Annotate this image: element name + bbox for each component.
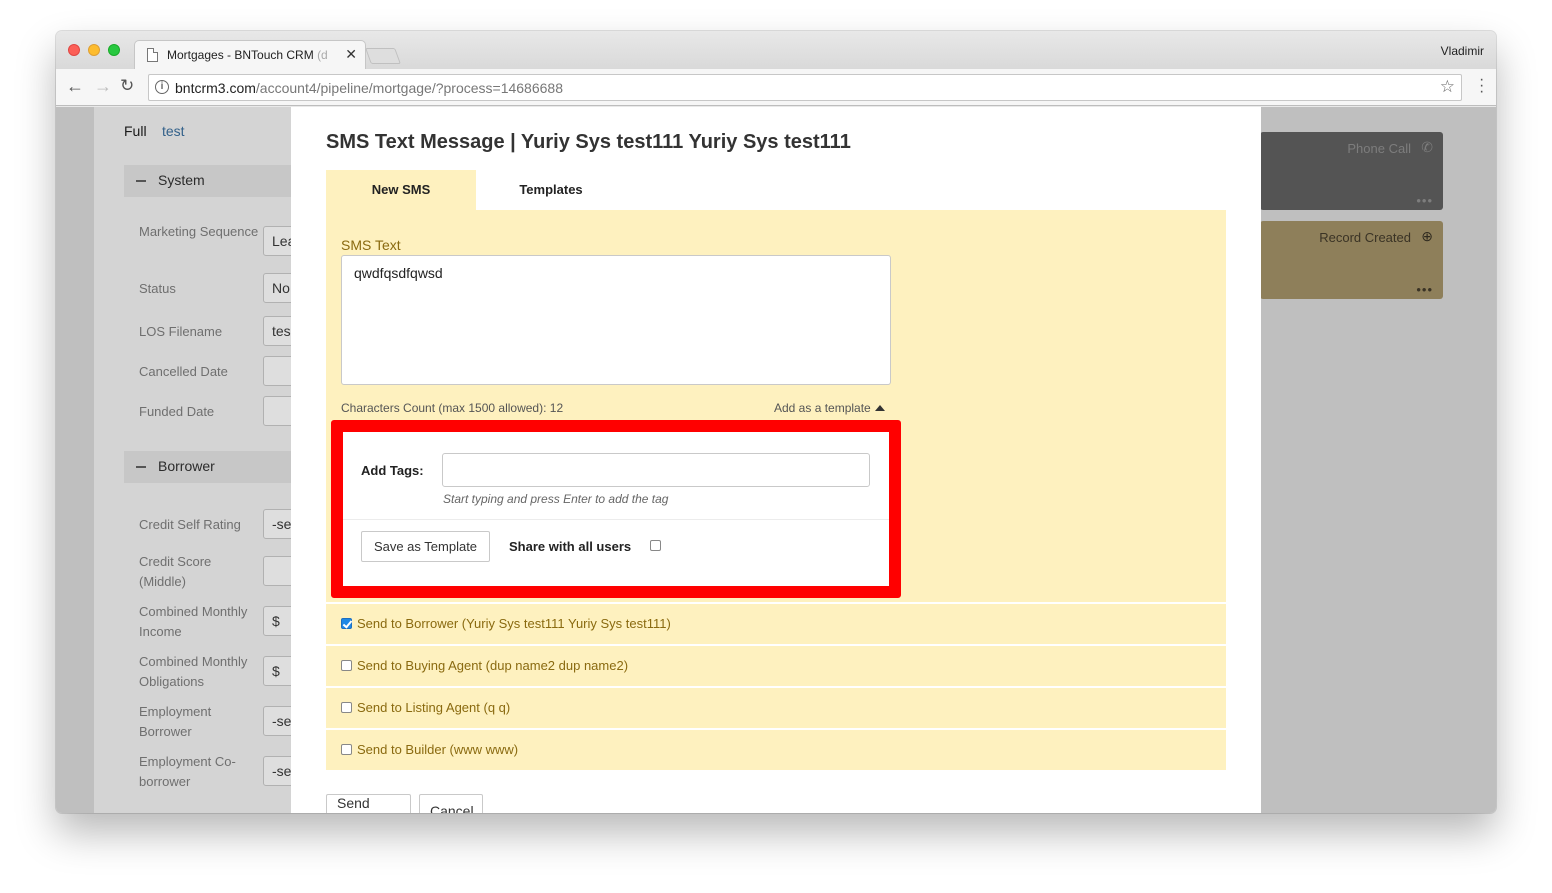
url-text: bntcrm3.com/account4/pipeline/mortgage/?…	[175, 80, 563, 96]
more-dots-icon: •••	[1416, 193, 1433, 208]
activity-card-label: Phone Call	[1347, 141, 1411, 156]
tab-new-sms[interactable]: New SMS	[326, 170, 476, 210]
activity-card-label: Record Created	[1319, 230, 1411, 245]
recipient-label: Send to Builder (www www)	[357, 742, 519, 757]
minimize-window-button[interactable]	[88, 44, 100, 56]
field-label: Credit Self Rating	[139, 517, 241, 532]
plus-circle-icon: ⊕	[1421, 228, 1433, 244]
add-as-template-toggle[interactable]: Add as a template	[774, 401, 885, 415]
browser-toolbar: ← → ↻ i bntcrm3.com/account4/pipeline/mo…	[56, 69, 1496, 106]
field-label: Employment Borrower	[139, 704, 212, 739]
tags-hint: Start typing and press Enter to add the …	[443, 492, 669, 506]
recipient-row-buying-agent[interactable]: Send to Buying Agent (dup name2 dup name…	[326, 646, 1226, 686]
close-window-button[interactable]	[68, 44, 80, 56]
send-to-listing-agent-checkbox[interactable]	[341, 702, 352, 713]
field-label: Combined Monthly Income	[139, 604, 248, 639]
divider	[343, 519, 889, 520]
share-with-all-users-label: Share with all users	[509, 539, 632, 554]
caret-up-icon	[874, 405, 885, 411]
reload-icon[interactable]: ↻	[120, 76, 134, 96]
field-label: LOS Filename	[139, 324, 223, 339]
field-label: Status	[139, 281, 176, 296]
maximize-window-button[interactable]	[108, 44, 120, 56]
title-bar: Mortgages - BNTouch CRM (d ✕ Vladimir	[56, 31, 1496, 69]
browser-menu-icon[interactable]: · · ·	[1479, 72, 1484, 100]
field-label: Credit Score (Middle)	[139, 554, 212, 589]
send-sms-button[interactable]: Send SMS	[326, 794, 411, 813]
new-tab-button[interactable]	[365, 48, 401, 64]
recipient-label: Send to Buying Agent (dup name2 dup name…	[357, 658, 629, 673]
recipient-label: Send to Borrower (Yuriy Sys test111 Yuri…	[357, 616, 671, 631]
recipient-row-listing-agent[interactable]: Send to Listing Agent (q q)	[326, 688, 1226, 728]
page-content: Full test System Borrower Marketing Sequ…	[56, 107, 1496, 813]
close-tab-icon[interactable]: ✕	[345, 46, 357, 63]
address-bar[interactable]: i bntcrm3.com/account4/pipeline/mortgage…	[148, 74, 1462, 101]
browser-tab-mortgages[interactable]: Mortgages - BNTouch CRM (d ✕	[134, 40, 366, 69]
sms-modal: SMS Text Message | Yuriy Sys test111 Yur…	[291, 107, 1261, 813]
phone-icon: ✆	[1421, 139, 1433, 155]
activity-card-record-created: Record Created ⊕ •••	[1260, 221, 1443, 299]
recipient-row-borrower[interactable]: Send to Borrower (Yuriy Sys test111 Yuri…	[326, 604, 1226, 644]
modal-title: SMS Text Message | Yuriy Sys test111 Yur…	[326, 131, 851, 153]
info-icon[interactable]: i	[155, 80, 169, 94]
modal-tabs: New SMS Templates	[326, 170, 1226, 210]
send-to-buying-agent-checkbox[interactable]	[341, 660, 352, 671]
sms-text-area[interactable]: qwdfqsdfqwsd	[341, 255, 891, 385]
name-label: Full	[124, 123, 147, 139]
new-sms-panel: SMS Text qwdfqsdfqwsd Characters Count (…	[326, 210, 1226, 602]
add-tags-label: Add Tags:	[361, 463, 424, 478]
recipient-row-builder[interactable]: Send to Builder (www www)	[326, 730, 1226, 770]
send-to-borrower-checkbox[interactable]	[341, 618, 352, 629]
template-form: Add Tags: Start typing and press Enter t…	[331, 420, 901, 598]
name-value: test	[162, 123, 185, 139]
field-label: Funded Date	[139, 404, 215, 419]
activity-card-phone-call: Phone Call ✆ •••	[1260, 132, 1443, 210]
character-count: Characters Count (max 1500 allowed): 12	[341, 401, 564, 415]
add-tags-input[interactable]	[442, 453, 870, 487]
save-as-template-button[interactable]: Save as Template	[361, 531, 490, 562]
send-to-builder-checkbox[interactable]	[341, 744, 352, 755]
page-icon	[147, 48, 158, 62]
profile-name[interactable]: Vladimir	[1441, 44, 1484, 58]
tab-templates[interactable]: Templates	[476, 170, 626, 210]
sms-text-label: SMS Text	[341, 237, 401, 253]
back-arrow-icon[interactable]: ←	[66, 76, 84, 97]
bookmark-star-icon[interactable]: ☆	[1440, 77, 1455, 97]
more-dots-icon: •••	[1416, 282, 1433, 297]
field-label: Employment Co-borrower	[139, 754, 236, 789]
field-label: Cancelled Date	[139, 364, 228, 379]
cancel-button[interactable]: Cancel	[419, 794, 483, 813]
recipient-label: Send to Listing Agent (q q)	[357, 700, 511, 715]
browser-window: Mortgages - BNTouch CRM (d ✕ Vladimir ← …	[56, 31, 1496, 813]
tab-title: Mortgages - BNTouch CRM (d	[167, 48, 328, 62]
field-label: Combined Monthly Obligations	[139, 654, 248, 689]
share-with-all-users-checkbox[interactable]	[650, 540, 661, 551]
field-label: Marketing Sequence	[139, 224, 259, 239]
forward-arrow-icon[interactable]: →	[94, 76, 112, 97]
